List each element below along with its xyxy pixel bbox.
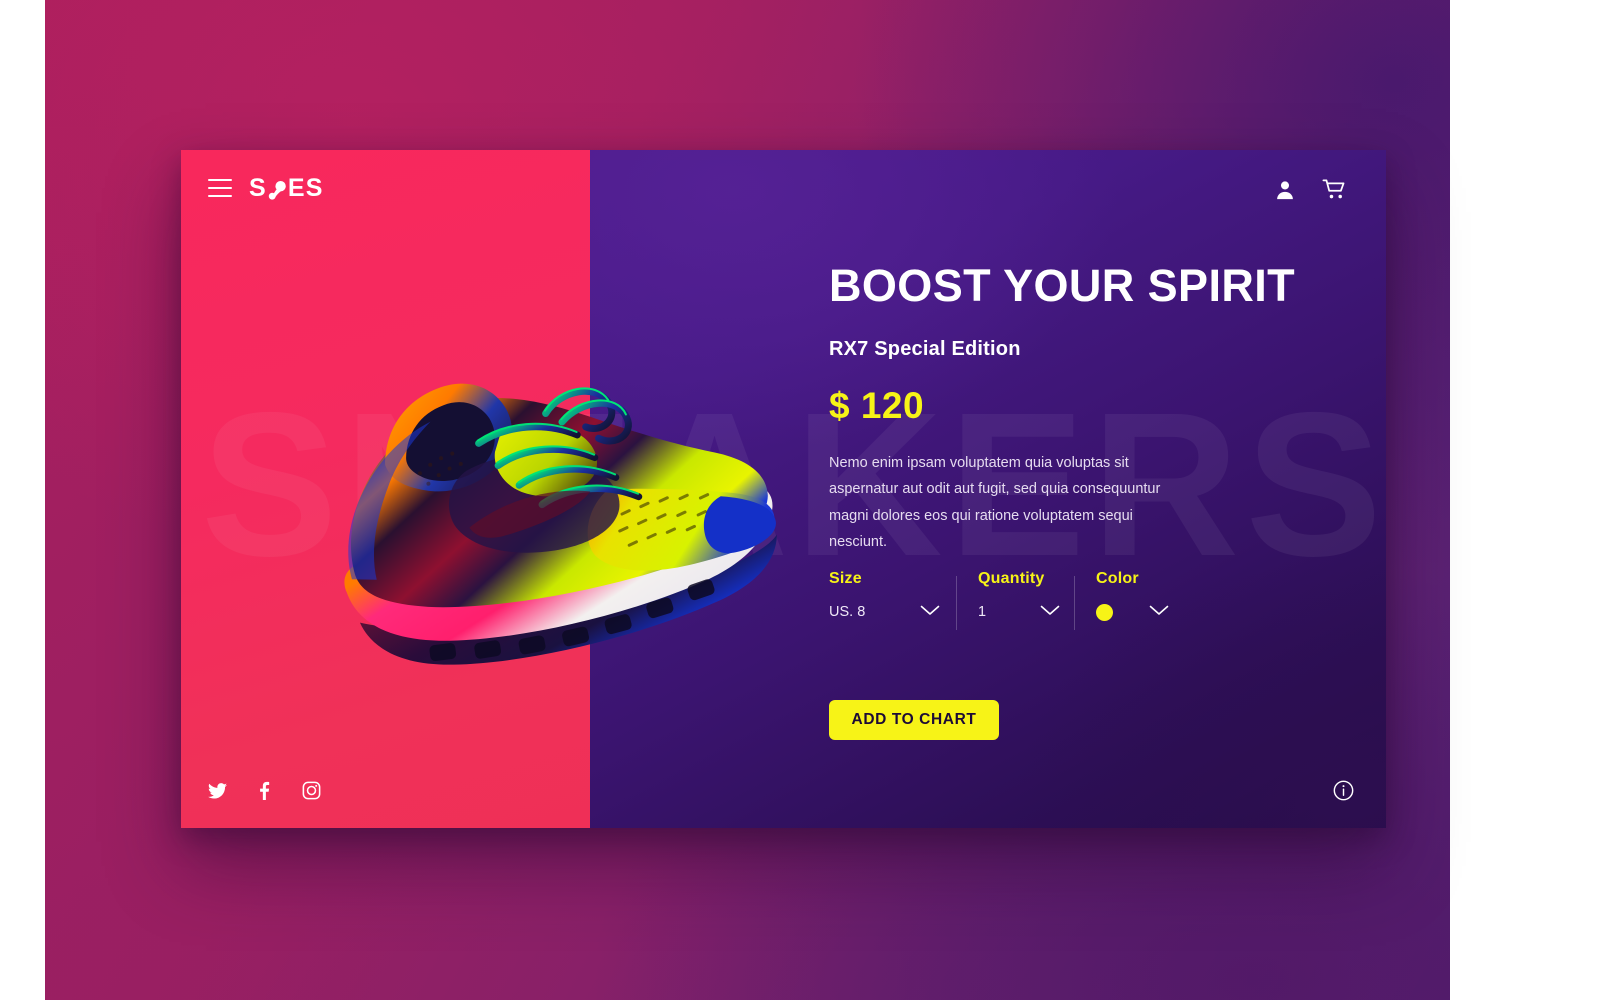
quantity-control[interactable]: 1 — [978, 603, 1074, 621]
page-title: BOOST YOUR SPIRIT — [829, 260, 1296, 311]
quantity-value: 1 — [978, 604, 987, 620]
sneaker-product-image — [276, 275, 836, 695]
chevron-down-icon[interactable] — [1149, 603, 1169, 621]
size-selector[interactable]: Size US. 8 — [829, 570, 956, 636]
product-price: $ 120 — [829, 385, 925, 426]
twitter-icon[interactable] — [208, 782, 227, 799]
hamburger-bar — [208, 187, 232, 189]
size-control[interactable]: US. 8 — [829, 603, 956, 621]
color-control[interactable] — [1096, 603, 1169, 621]
product-options: Size US. 8 Quantity 1 Color — [829, 570, 1169, 636]
add-to-cart-button[interactable]: ADD TO CHART — [829, 700, 999, 740]
chevron-down-icon[interactable] — [920, 603, 940, 621]
product-subtitle: RX7 Special Edition — [829, 338, 1021, 360]
quantity-label: Quantity — [978, 570, 1045, 587]
social-links — [208, 781, 321, 800]
product-hero-card: SNEAKERS SNEAKERS S ES — [181, 150, 1386, 828]
shopping-cart-icon[interactable] — [1322, 178, 1348, 201]
size-label: Size — [829, 570, 862, 587]
logo-text-start: S — [249, 174, 267, 202]
quantity-selector[interactable]: Quantity 1 — [956, 570, 1074, 636]
product-description: Nemo enim ipsam voluptatem quia voluptas… — [829, 455, 1161, 551]
user-icon[interactable] — [1274, 179, 1296, 201]
product-details: BOOST YOUR SPIRIT RX7 Special Edition $ … — [829, 150, 1386, 828]
hamburger-bar — [208, 195, 232, 197]
instagram-icon[interactable] — [302, 781, 321, 800]
color-selector[interactable]: Color — [1074, 570, 1169, 636]
brand-logo[interactable]: S ES — [249, 174, 324, 203]
hamburger-bar — [208, 179, 232, 181]
header-actions — [1274, 178, 1348, 201]
color-label: Color — [1096, 570, 1139, 587]
chevron-down-icon[interactable] — [1040, 603, 1060, 621]
shoe-mark-icon — [268, 178, 287, 200]
hamburger-icon[interactable] — [208, 179, 232, 197]
color-swatch[interactable] — [1096, 603, 1113, 621]
facebook-icon[interactable] — [259, 781, 270, 800]
logo-text-end: ES — [287, 174, 324, 202]
info-circle-icon[interactable] — [1333, 780, 1354, 801]
screenshot-canvas: SNEAKERS SNEAKERS S ES — [0, 0, 1600, 1000]
size-value: US. 8 — [829, 604, 866, 620]
